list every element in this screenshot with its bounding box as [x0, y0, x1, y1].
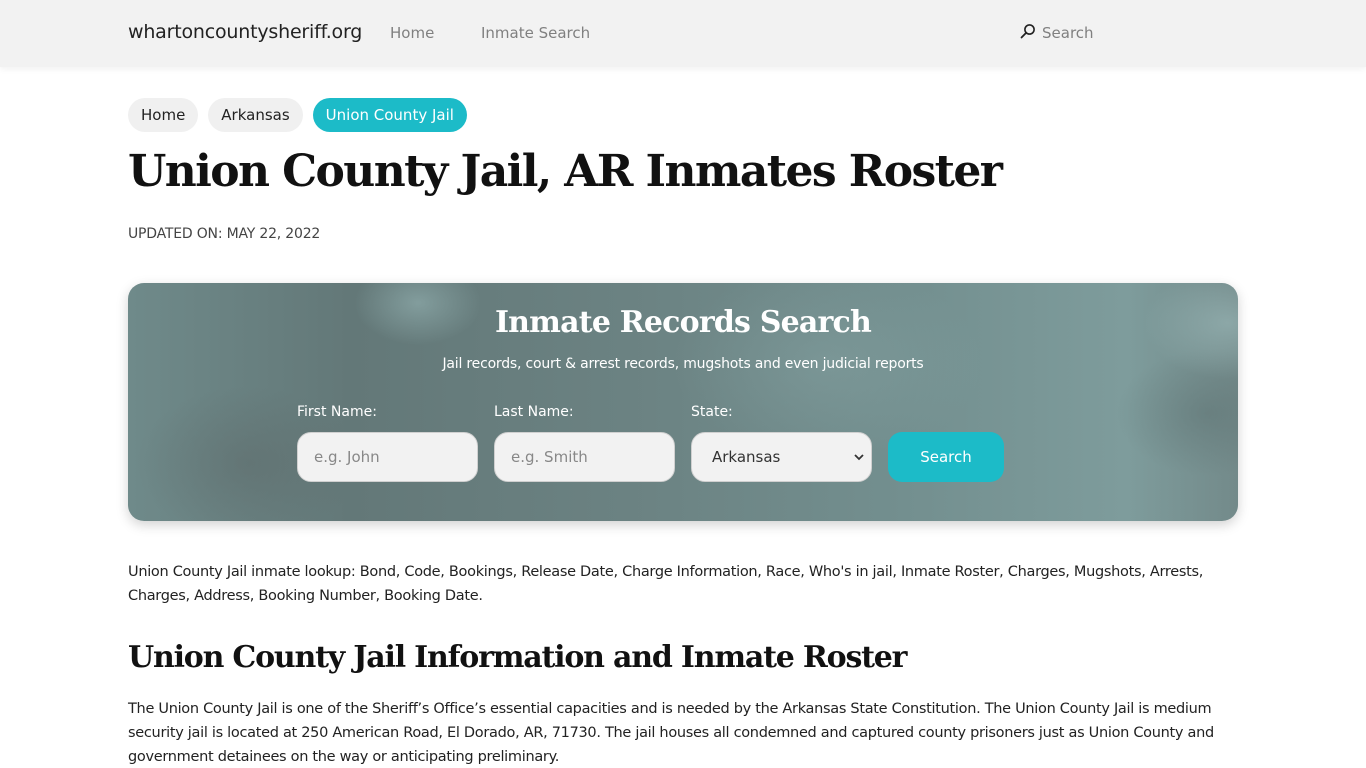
first-name-input[interactable] — [297, 432, 478, 482]
inmate-search-card: Inmate Records Search Jail records, cour… — [128, 283, 1238, 521]
header-search-label: Search — [1042, 24, 1094, 42]
page-title: Union County Jail, AR Inmates Roster — [128, 146, 1003, 197]
search-card-title: Inmate Records Search — [494, 305, 872, 340]
section-heading: Union County Jail Information and Inmate… — [128, 640, 907, 675]
state-label: State: — [691, 404, 733, 420]
updated-date: UPDATED ON: MAY 22, 2022 — [128, 226, 321, 242]
chevron-down-icon — [853, 449, 865, 463]
last-name-input[interactable] — [494, 432, 675, 482]
site-brand-link[interactable]: whartoncountysheriff.org — [128, 21, 362, 43]
last-name-label: Last Name: — [494, 404, 574, 420]
info-paragraph: The Union County Jail is one of the Sher… — [128, 701, 1214, 765]
header-search-button[interactable]: Search — [1020, 23, 1094, 43]
intro-paragraph: Union County Jail inmate lookup: Bond, C… — [128, 564, 1204, 604]
breadcrumb-union-county-jail[interactable]: Union County Jail — [312, 98, 467, 132]
breadcrumb: Home Arkansas Union County Jail — [128, 98, 467, 132]
search-card-subtitle: Jail records, court & arrest records, mu… — [442, 356, 924, 372]
state-select[interactable]: Arkansas — [691, 432, 872, 482]
breadcrumb-home[interactable]: Home — [128, 98, 199, 132]
nav-link-inmate-search[interactable]: Inmate Search — [481, 24, 590, 42]
nav-link-home[interactable]: Home — [390, 24, 434, 42]
search-submit-button[interactable]: Search — [888, 432, 1004, 482]
state-select-value: Arkansas — [712, 448, 781, 466]
breadcrumb-arkansas[interactable]: Arkansas — [208, 98, 303, 132]
first-name-label: First Name: — [297, 404, 377, 420]
search-icon — [1020, 23, 1036, 43]
top-navbar: whartoncountysheriff.org Home Inmate Sea… — [0, 0, 1366, 67]
